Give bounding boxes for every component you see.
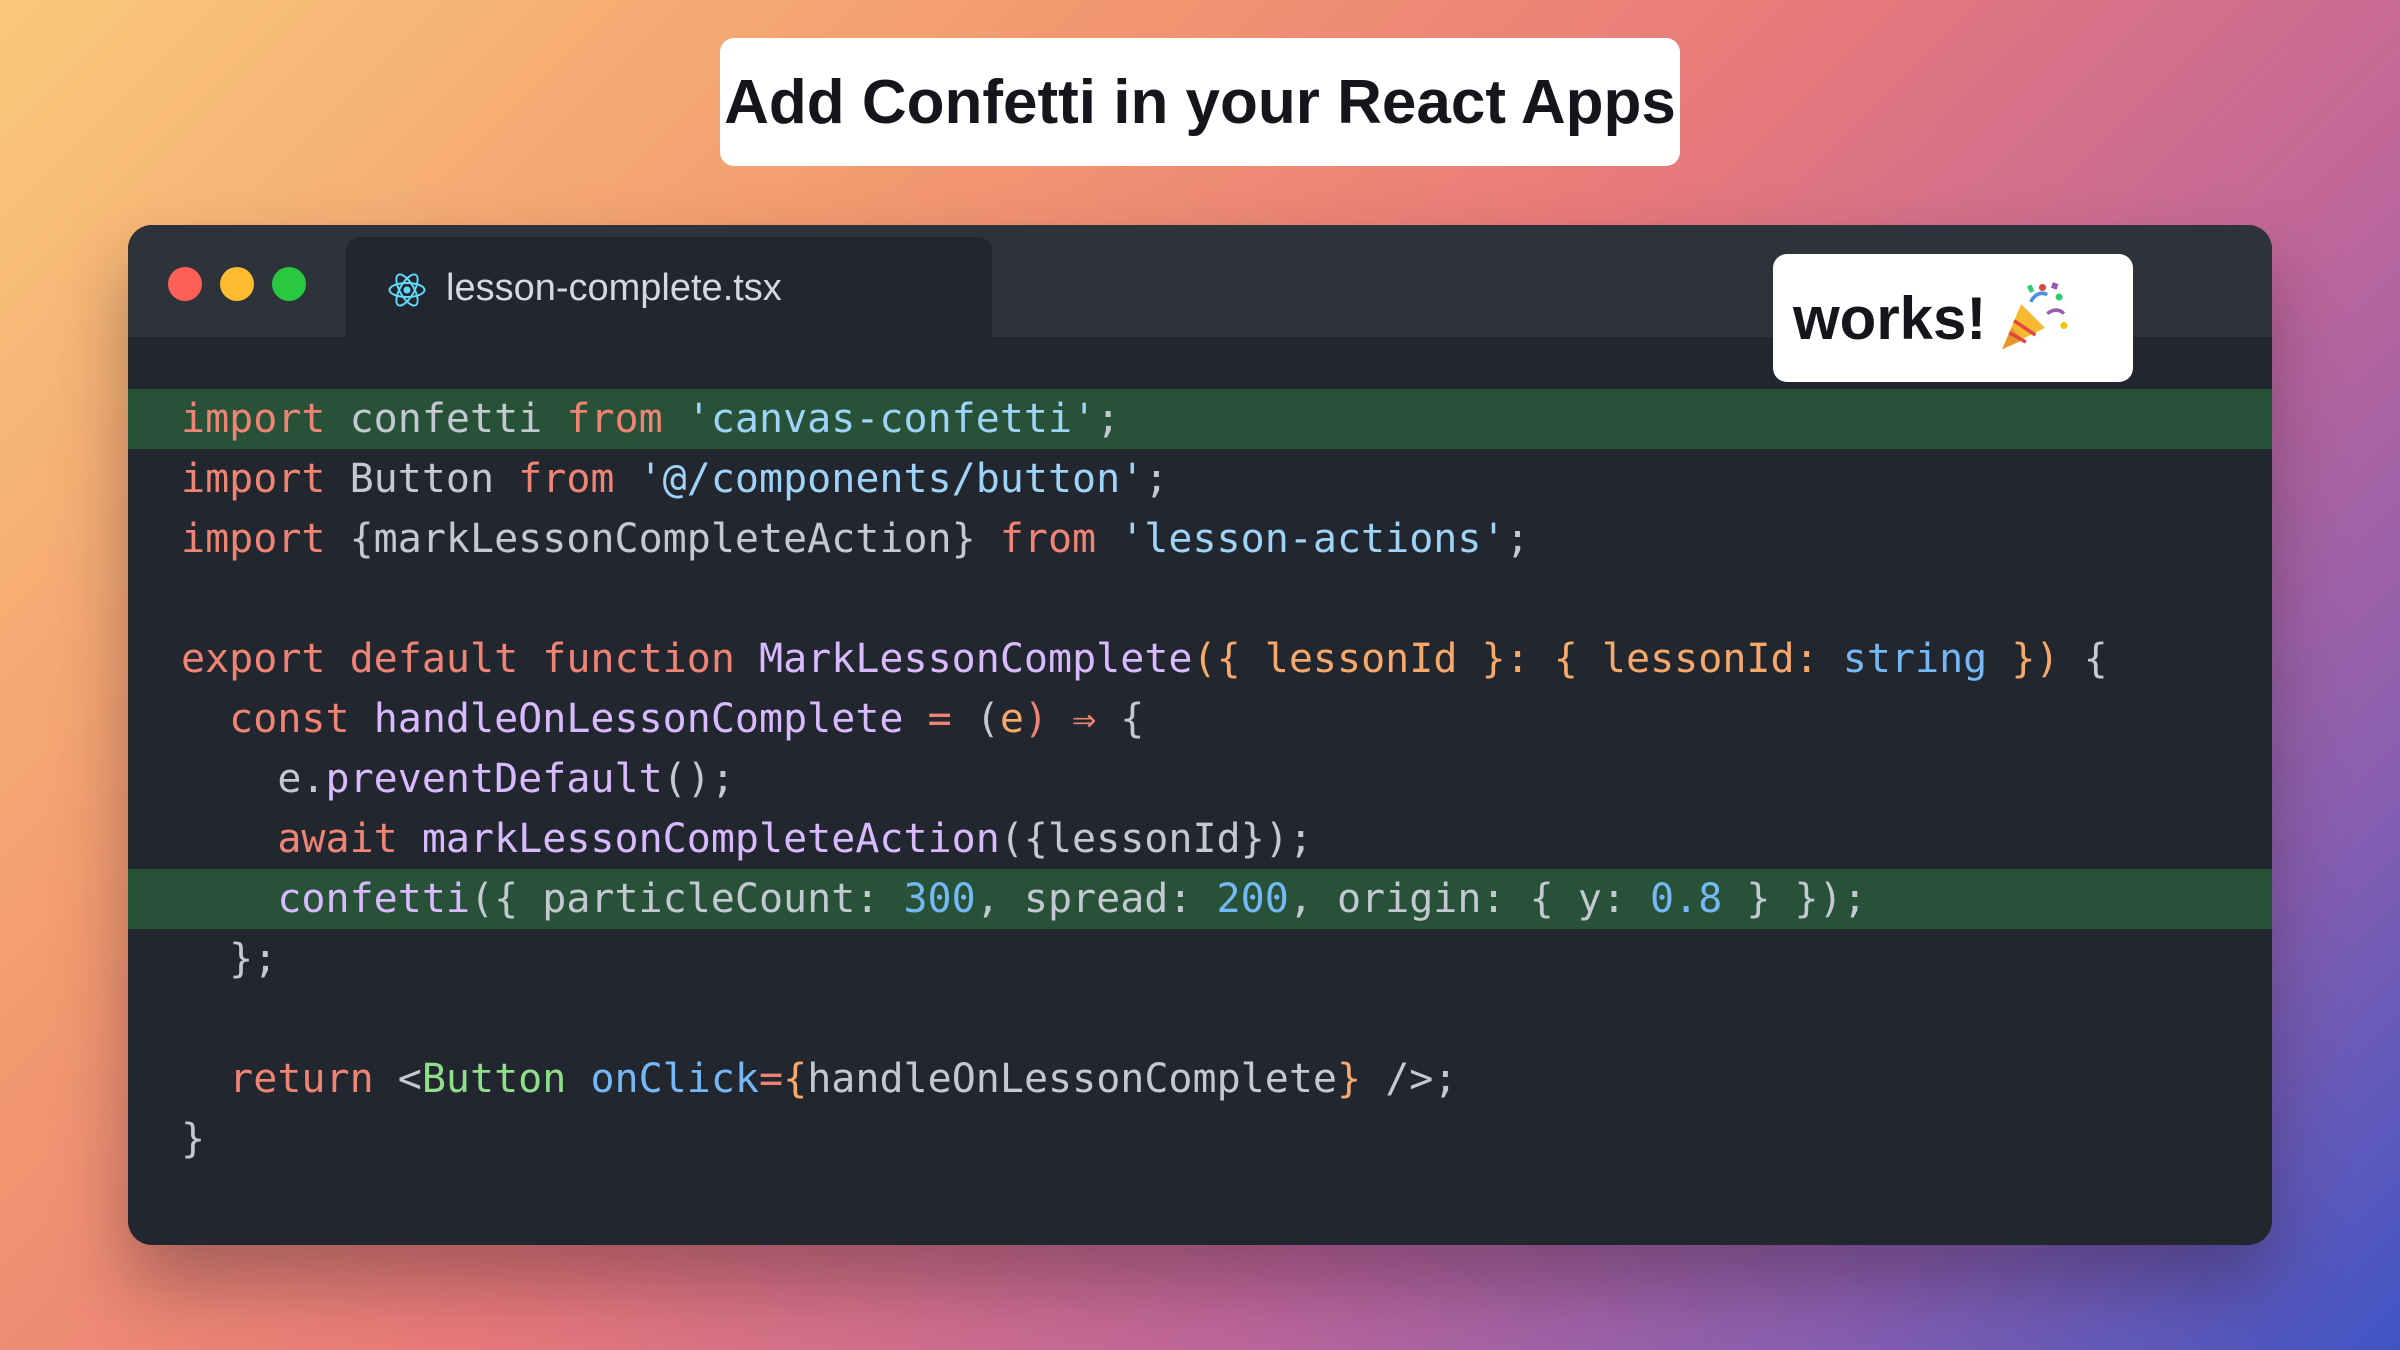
code-line-3: import {markLessonCompleteAction} from '…: [181, 516, 1530, 562]
maximize-icon[interactable]: [272, 267, 306, 301]
code-line-12: return <Button onClick={handleOnLessonCo…: [229, 1056, 1458, 1102]
code-line-7: e.preventDefault();: [277, 756, 735, 802]
works-badge: works!: [1773, 254, 2133, 382]
code-line-9: confetti({ particleCount: 300, spread: 2…: [128, 869, 2272, 929]
tab-lesson-complete[interactable]: lesson-complete.tsx: [346, 237, 992, 337]
code-line-6: const handleOnLessonComplete = (e) ⇒ {: [229, 696, 1145, 742]
close-icon[interactable]: [168, 267, 202, 301]
page-title: Add Confetti in your React Apps: [720, 38, 1680, 166]
code-line-13: }: [181, 1116, 206, 1162]
code-line-1: import confetti from 'canvas-confetti';: [128, 389, 2272, 449]
code-line-10: };: [181, 936, 278, 982]
code-line-5: export default function MarkLessonComple…: [181, 636, 2108, 682]
code-block[interactable]: import confetti from 'canvas-confetti'; …: [128, 389, 2272, 1169]
code-line-2: import Button from '@/components/button'…: [181, 456, 1169, 502]
react-atom-icon: [388, 273, 426, 307]
tab-filename: lesson-complete.tsx: [446, 267, 782, 309]
code-line-8: await markLessonCompleteAction({lessonId…: [277, 816, 1313, 862]
party-popper-icon: [2002, 282, 2068, 350]
minimize-icon[interactable]: [220, 267, 254, 301]
works-label: works!: [1793, 285, 1987, 352]
